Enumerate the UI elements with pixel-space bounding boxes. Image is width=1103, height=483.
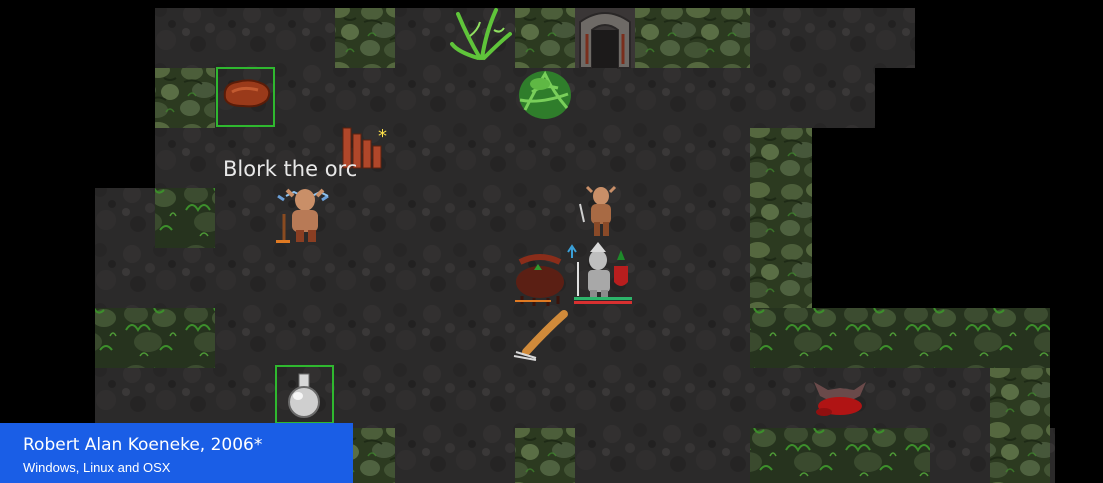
monster-name-label: Blork the orc: [223, 157, 357, 181]
green-bush-icon: [519, 70, 571, 119]
stone-doorway-icon[interactable]: [575, 8, 635, 69]
player-health-bar: [574, 297, 632, 300]
svg-text:*: *: [378, 126, 387, 147]
game-viewport[interactable]: * Blork the orc Robert Alan Koeneke, 200…: [0, 0, 1103, 483]
player-mana-bar: [574, 301, 632, 304]
caption-title: Robert Alan Koeneke, 2006*: [23, 435, 262, 455]
caption-subtitle: Windows, Linux and OSX: [23, 460, 171, 475]
